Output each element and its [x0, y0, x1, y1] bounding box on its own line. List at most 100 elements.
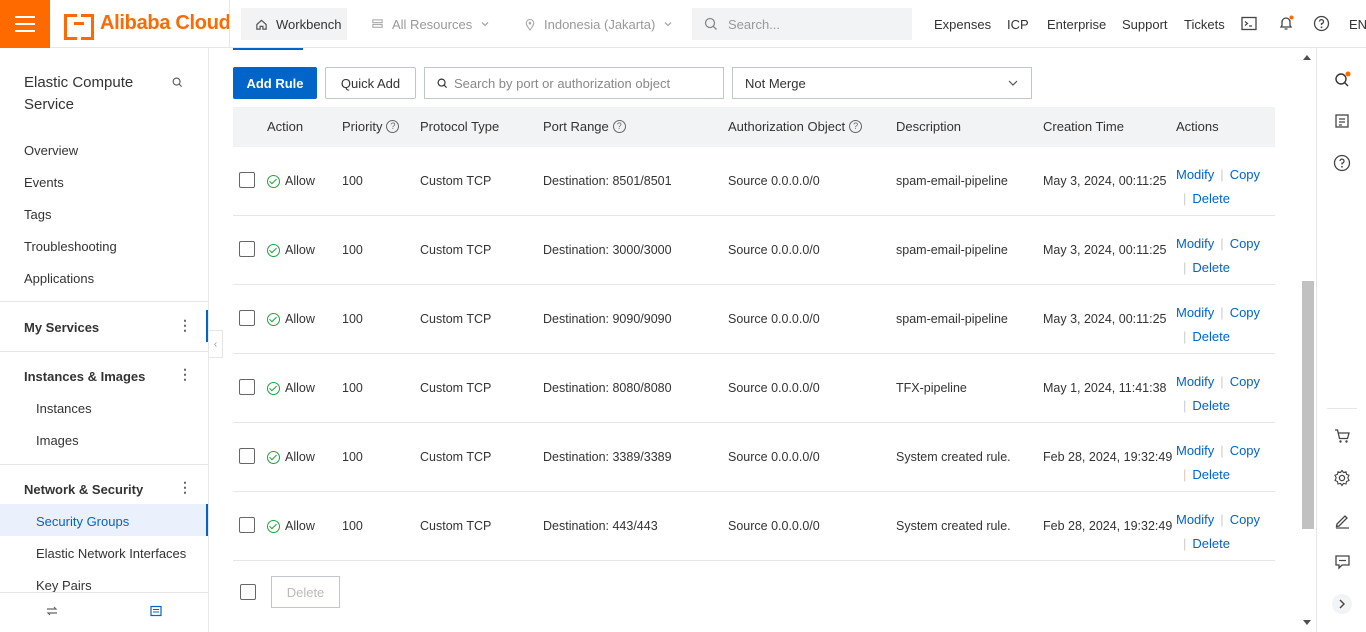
help-icon[interactable]: ?: [386, 120, 400, 133]
merge-select[interactable]: Not Merge: [732, 67, 1032, 99]
more-options-icon[interactable]: ⋮: [178, 366, 192, 383]
row-checkbox[interactable]: [239, 241, 255, 257]
list-icon[interactable]: [150, 605, 162, 620]
delete-link[interactable]: Delete: [1192, 398, 1230, 413]
sidebar-item-events[interactable]: Events: [24, 175, 64, 190]
console-icon[interactable]: [1241, 16, 1257, 34]
separator: |: [1220, 167, 1224, 182]
more-options-icon[interactable]: ⋮: [178, 317, 192, 334]
all-resources-dropdown[interactable]: All Resources: [371, 8, 490, 40]
icp-link[interactable]: ICP: [1007, 17, 1029, 32]
rule-action: Allow: [267, 312, 315, 326]
sidebar-item-my-services[interactable]: My Services: [24, 320, 99, 335]
help-icon[interactable]: ?: [849, 120, 863, 133]
sidebar-item-elastic-network-interfaces[interactable]: Elastic Network Interfaces: [36, 546, 186, 561]
help-icon[interactable]: [1330, 151, 1354, 175]
rule-description: spam-email-pipeline: [896, 174, 1008, 188]
sidebar-item-instances[interactable]: Instances: [36, 401, 92, 416]
rule-authorization-object: Source 0.0.0.0/0: [728, 381, 820, 395]
support-link[interactable]: Support: [1122, 17, 1168, 32]
edit-icon[interactable]: [1330, 508, 1354, 532]
region-label: Indonesia (Jakarta): [544, 16, 656, 32]
copy-link[interactable]: Copy: [1230, 443, 1260, 458]
select-all-checkbox[interactable]: [240, 584, 256, 600]
modify-link[interactable]: Modify: [1176, 167, 1214, 182]
sidebar-item-troubleshooting[interactable]: Troubleshooting: [24, 239, 117, 254]
scroll-up-icon[interactable]: [1303, 54, 1311, 60]
row-actions: Modify | Copy | Delete: [1176, 232, 1260, 280]
sidebar-item-security-groups[interactable]: Security Groups: [36, 514, 129, 529]
scrollbar-thumb[interactable]: [1302, 281, 1314, 529]
copy-link[interactable]: Copy: [1230, 167, 1260, 182]
sidebar-group-network-security[interactable]: Network & Security: [24, 482, 143, 497]
help-icon[interactable]: ?: [612, 120, 626, 133]
rule-port-range: Destination: 9090/9090: [543, 312, 672, 326]
swap-icon[interactable]: [46, 605, 58, 620]
bell-icon[interactable]: [1278, 15, 1294, 35]
delete-link[interactable]: Delete: [1192, 260, 1230, 275]
add-rule-button[interactable]: Add Rule: [233, 67, 317, 99]
row-actions: Modify | Copy | Delete: [1176, 508, 1260, 556]
cart-icon[interactable]: [1330, 424, 1354, 448]
chat-icon[interactable]: [1330, 550, 1354, 574]
language-switch[interactable]: EN: [1349, 17, 1366, 32]
expand-panel-icon[interactable]: [1330, 592, 1354, 616]
modify-link[interactable]: Modify: [1176, 305, 1214, 320]
copy-link[interactable]: Copy: [1230, 305, 1260, 320]
modify-link[interactable]: Modify: [1176, 374, 1214, 389]
sidebar-item-images[interactable]: Images: [36, 433, 79, 448]
rule-search-placeholder: Search by port or authorization object: [454, 75, 671, 91]
tickets-link[interactable]: Tickets: [1184, 17, 1225, 32]
sidebar-item-applications[interactable]: Applications: [24, 271, 94, 286]
rule-protocol: Custom TCP: [420, 519, 492, 533]
modify-link[interactable]: Modify: [1176, 512, 1214, 527]
row-checkbox[interactable]: [239, 517, 255, 533]
copy-link[interactable]: Copy: [1230, 236, 1260, 251]
all-resources-label: All Resources: [392, 16, 473, 32]
region-selector[interactable]: Indonesia (Jakarta): [524, 8, 673, 40]
bulk-delete-button[interactable]: Delete: [271, 576, 340, 608]
sidebar-item-overview[interactable]: Overview: [24, 143, 78, 158]
sidebar-group-instances-images[interactable]: Instances & Images: [24, 369, 145, 384]
hamburger-menu-icon[interactable]: [0, 0, 50, 48]
copy-link[interactable]: Copy: [1230, 374, 1260, 389]
sidebar-item-key-pairs[interactable]: Key Pairs: [36, 578, 92, 593]
delete-link[interactable]: Delete: [1192, 191, 1230, 206]
row-checkbox[interactable]: [239, 448, 255, 464]
top-navigation-bar: Alibaba Cloud Workbench All Resources In…: [0, 0, 1366, 48]
separator: |: [1220, 236, 1224, 251]
rule-priority: 100: [342, 381, 363, 395]
search-icon[interactable]: [1330, 68, 1354, 92]
global-search-input[interactable]: Search...: [692, 8, 912, 40]
gear-icon[interactable]: [1330, 466, 1354, 490]
rule-search-input[interactable]: Search by port or authorization object: [424, 67, 724, 99]
modify-link[interactable]: Modify: [1176, 443, 1214, 458]
sidebar-footer: [0, 592, 208, 632]
checklist-icon[interactable]: [1330, 109, 1354, 133]
help-icon[interactable]: [1313, 15, 1330, 35]
rule-action: Allow: [267, 450, 315, 464]
row-checkbox[interactable]: [239, 172, 255, 188]
separator: |: [1183, 329, 1187, 344]
quick-add-button[interactable]: Quick Add: [325, 67, 416, 99]
row-checkbox[interactable]: [239, 310, 255, 326]
enterprise-link[interactable]: Enterprise: [1047, 17, 1106, 32]
modify-link[interactable]: Modify: [1176, 236, 1214, 251]
sidebar-item-tags[interactable]: Tags: [24, 207, 51, 222]
more-options-icon[interactable]: ⋮: [178, 479, 192, 496]
row-actions: Modify | Copy | Delete: [1176, 163, 1260, 211]
column-header-authorization-object: Authorization Object?: [728, 119, 863, 134]
expenses-link[interactable]: Expenses: [934, 17, 991, 32]
delete-link[interactable]: Delete: [1192, 329, 1230, 344]
workbench-button[interactable]: Workbench: [241, 8, 347, 40]
scroll-down-icon[interactable]: [1303, 620, 1311, 626]
alibaba-cloud-logo[interactable]: Alibaba Cloud: [64, 12, 231, 40]
rule-priority: 100: [342, 312, 363, 326]
divider: [229, 0, 230, 48]
delete-link[interactable]: Delete: [1192, 467, 1230, 482]
delete-link[interactable]: Delete: [1192, 536, 1230, 551]
row-checkbox[interactable]: [239, 379, 255, 395]
search-icon[interactable]: [172, 76, 183, 91]
copy-link[interactable]: Copy: [1230, 512, 1260, 527]
row-actions: Modify | Copy | Delete: [1176, 301, 1260, 349]
